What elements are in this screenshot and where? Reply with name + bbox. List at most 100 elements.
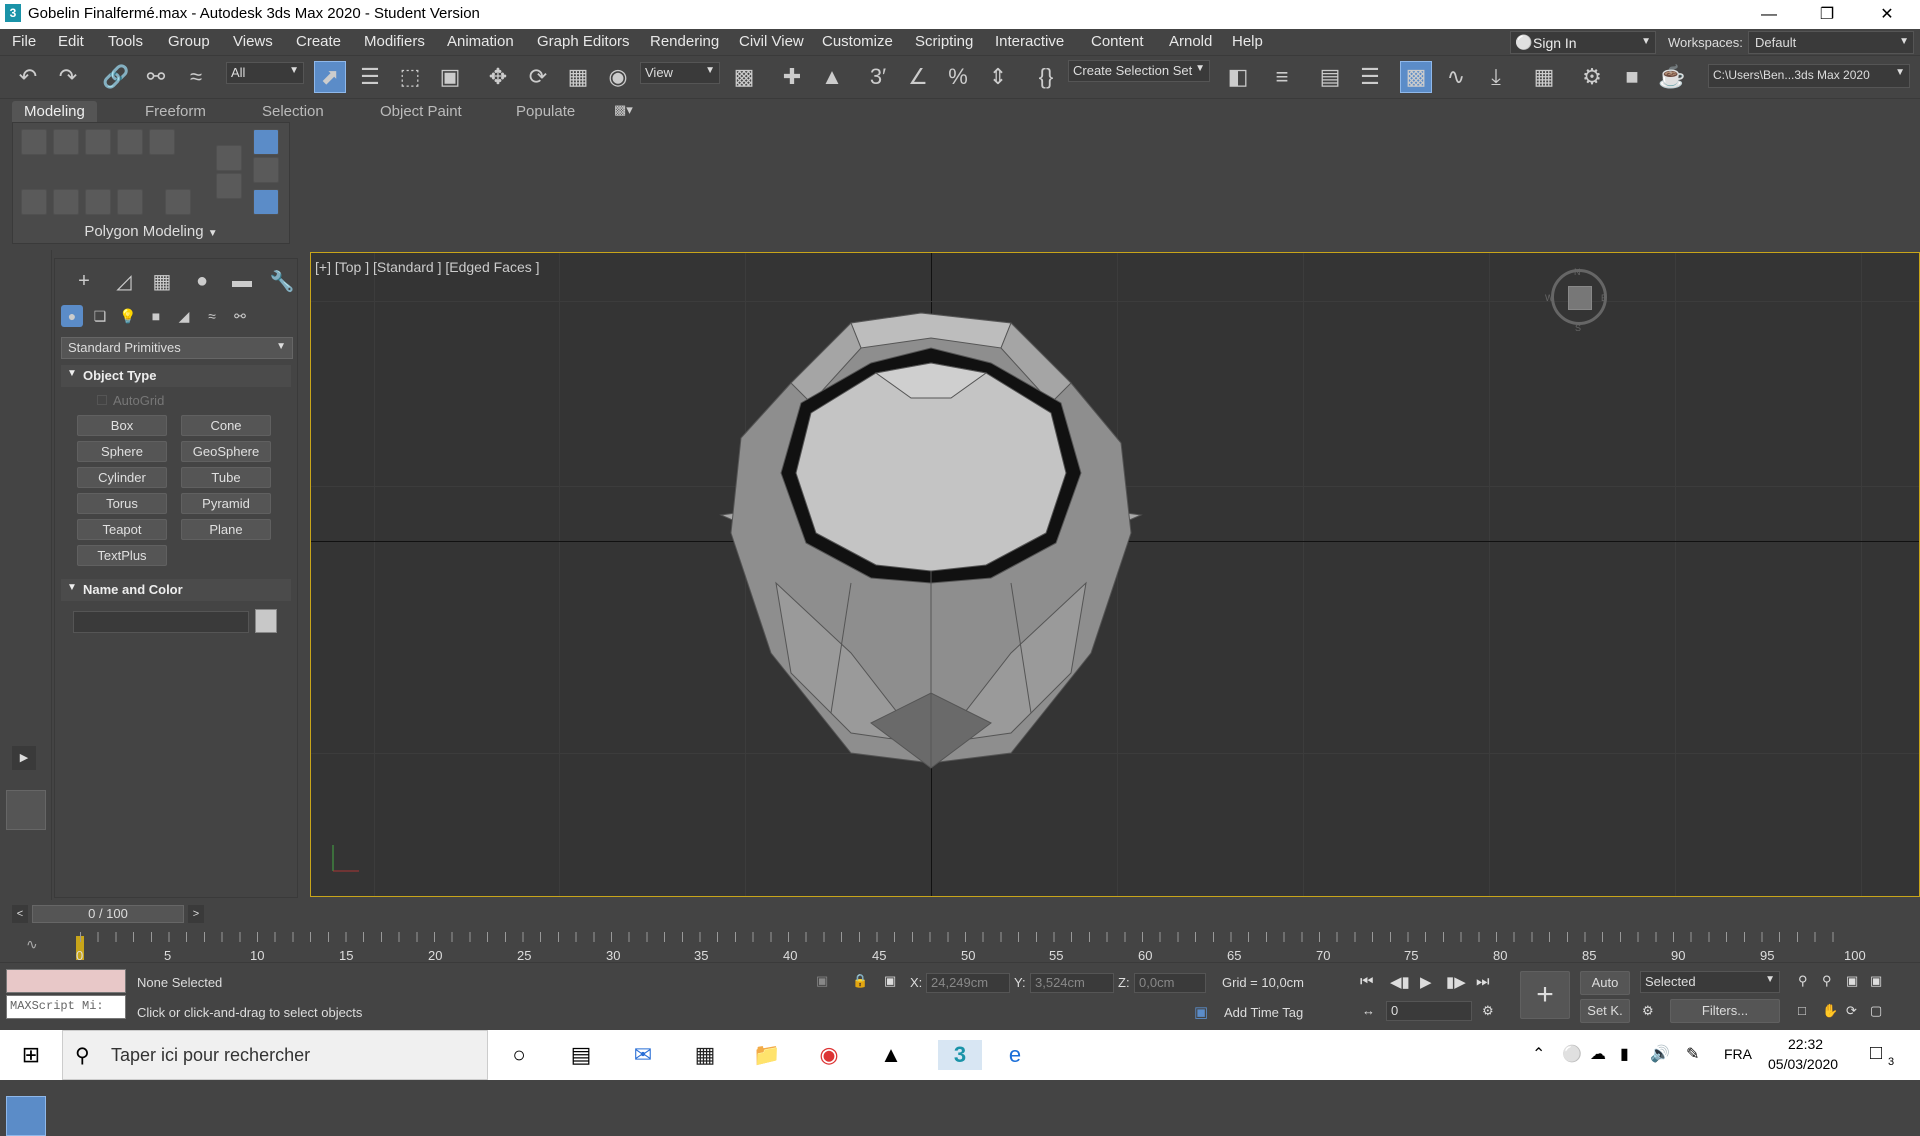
project-folder-dropdown[interactable]: C:\Users\Ben...3ds Max 2020 ▼ [1708,64,1910,88]
network-icon[interactable]: ⚪ [1562,1044,1582,1064]
polygon-modeling-dropdown[interactable]: Polygon Modeling ▼ [13,223,289,243]
track-bar[interactable]: ∿ 0 5 10 15 20 25 30 35 40 45 50 55 60 6… [0,928,1920,963]
menu-edit[interactable]: Edit [58,33,84,50]
vertex-icon[interactable] [53,129,79,155]
scale-icon[interactable]: ▦ [562,61,594,93]
tab-modeling[interactable]: Modeling [12,101,97,122]
pan-hand-icon[interactable]: ✋ [1822,1003,1838,1019]
lock-selection-icon[interactable]: 🔒 [852,973,868,989]
modify-mode-icon[interactable] [21,129,47,155]
set-key-big-icon[interactable]: + [1520,971,1570,1019]
previous-frame-icon[interactable]: < [12,905,28,923]
cone-button[interactable]: Cone [181,415,271,436]
schematic-view-icon[interactable]: ⤓ [1480,61,1512,93]
menu-graph-editors[interactable]: Graph Editors [537,33,630,50]
render-setup-icon[interactable]: ⚙ [1576,61,1608,93]
select-object-icon[interactable]: ⬈ [314,61,346,93]
zoom-all-icon[interactable]: ⚲ [1822,973,1832,989]
select-manipulate-icon[interactable]: ✚ [776,61,808,93]
maxscript-listener-pink[interactable] [6,969,126,993]
menu-create[interactable]: Create [296,33,341,50]
time-slider-thumb[interactable]: 0 / 100 [32,905,184,923]
clock-date[interactable]: 05/03/2020 [1768,1056,1838,1072]
link-icon[interactable]: 🔗 [100,61,132,93]
key-filters-icon[interactable]: ⚙ [1642,1003,1654,1019]
battery-icon[interactable]: ▮ [1620,1044,1629,1064]
percent-snap-icon[interactable]: % [942,61,974,93]
menu-customize[interactable]: Customize [822,33,893,50]
time-tag-icon[interactable]: ▣ [1194,1003,1208,1021]
tab-object-paint[interactable]: Object Paint [368,101,474,122]
move-icon[interactable]: ✥ [482,61,514,93]
hierarchy-tab-icon[interactable]: ▦ [147,267,177,295]
border-icon[interactable] [117,129,143,155]
edge-icon[interactable] [85,129,111,155]
menu-civil-view[interactable]: Civil View [739,33,804,50]
ignore-backfacing-icon[interactable] [253,189,279,215]
object-color-swatch[interactable] [255,609,277,633]
display-tab-icon[interactable]: ▬ [227,267,257,295]
cortana-icon[interactable]: ○ [504,1040,534,1070]
create-tab-icon[interactable]: + [69,267,99,295]
scene-explorer-icon[interactable]: ▤ [1314,61,1346,93]
pen-workspace-icon[interactable]: ✎ [1686,1044,1699,1064]
torus-button[interactable]: Torus [77,493,167,514]
next-modifier-icon[interactable] [216,145,242,171]
unlink-icon[interactable]: ⚯ [140,61,172,93]
acer-app-icon[interactable]: ▦ [690,1040,720,1070]
geometry-icon[interactable]: ● [61,305,83,327]
workspaces-dropdown[interactable]: Default ▼ [1748,31,1914,54]
pyramid-button[interactable]: Pyramid [181,493,271,514]
lights-icon[interactable]: 💡 [117,305,139,327]
play-icon[interactable]: ▶ [1420,973,1432,991]
autogrid-checkbox[interactable] [97,395,107,405]
tab-populate[interactable]: Populate [504,101,587,122]
polygon-icon[interactable] [149,129,175,155]
menu-file[interactable]: File [12,33,36,50]
cameras-icon[interactable]: ■ [145,305,167,327]
systems-icon[interactable]: ⚯ [229,305,251,327]
expand-layout-icon[interactable]: ▶ [12,746,36,770]
ribbon-options-icon[interactable]: ▩▾ [614,102,633,118]
menu-animation[interactable]: Animation [447,33,514,50]
object-name-field[interactable] [73,611,249,633]
maximize-viewport-icon[interactable]: ▢ [1870,1003,1882,1019]
set-key-button[interactable]: Set K. [1580,999,1630,1023]
filters-button[interactable]: Filters... [1670,999,1780,1023]
material-editor-icon[interactable]: ▦ [1528,61,1560,93]
redo-icon[interactable]: ↷ [52,61,84,93]
next-frame-icon[interactable]: > [188,905,204,923]
plane-button[interactable]: Plane [181,519,271,540]
z-coord-field[interactable]: 0,0cm [1134,973,1206,993]
edge-icon[interactable]: e [1000,1040,1030,1070]
task-view-icon[interactable]: ▤ [566,1040,596,1070]
selection-filter-dropdown[interactable]: All ▼ [226,62,304,84]
notifications-icon[interactable]: □ [1870,1042,1882,1065]
absolute-mode-icon[interactable]: ▣ [884,973,896,989]
toggle-modifier-icon[interactable] [165,189,191,215]
align-icon[interactable]: ≡ [1266,61,1298,93]
use-soft-selection-icon[interactable] [253,129,279,155]
top-viewport[interactable]: [+] [Top ] [Standard ] [Edged Faces ] N … [310,252,1920,897]
edit-named-selection-icon[interactable]: {} [1030,61,1062,93]
clock-time[interactable]: 22:32 [1788,1036,1823,1052]
volume-icon[interactable]: 🔊 [1650,1044,1670,1064]
go-to-end-icon[interactable]: ⏭ [1476,973,1490,990]
render-production-icon[interactable]: ☕ [1656,61,1688,93]
photos-icon[interactable]: ▲ [876,1040,906,1070]
maxscript-mini-listener[interactable]: MAXScript Mi: [6,995,126,1019]
sign-in-dropdown[interactable]: ⚪ Sign In ▼ [1510,31,1656,54]
windows-start-icon[interactable]: ⊞ [16,1040,46,1070]
menu-scripting[interactable]: Scripting [915,33,973,50]
orbit-icon[interactable]: ⟳ [1846,1003,1857,1019]
viewcube-compass[interactable] [1551,269,1607,325]
rectangular-selection-icon[interactable]: ⬚ [394,61,426,93]
modify-tab-icon[interactable]: ◿ [109,267,139,295]
helpers-icon[interactable]: ◢ [173,305,195,327]
curve-editor-mini-icon[interactable]: ∿ [26,936,38,953]
object-type-rollout-header[interactable]: ▼ Object Type [61,365,291,387]
show-end-result-icon[interactable] [117,189,143,215]
zoom-extents-icon[interactable]: ▣ [1846,973,1858,989]
menu-views[interactable]: Views [233,33,273,50]
collapse-stack-icon[interactable] [85,189,111,215]
